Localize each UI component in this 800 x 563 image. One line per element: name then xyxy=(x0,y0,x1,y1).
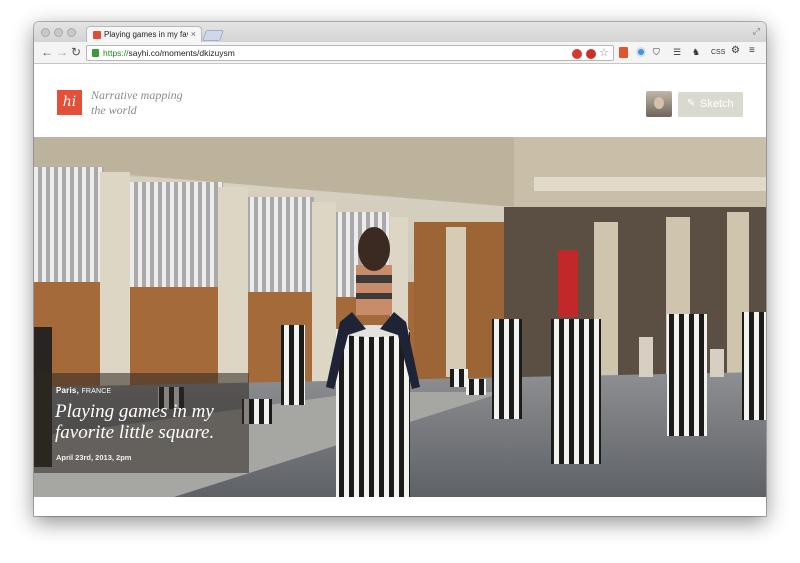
url-text: https://sayhi.co/moments/dkizuysm xyxy=(103,48,235,58)
user-avatar[interactable] xyxy=(646,91,672,117)
moment-title: Playing games in my favorite little squa… xyxy=(55,401,215,443)
blocker-icon[interactable] xyxy=(572,49,582,59)
site-tagline: Narrative mapping the world xyxy=(91,88,183,118)
tagline-line-1: Narrative mapping xyxy=(91,88,183,102)
css-extension-icon[interactable]: CSS xyxy=(711,47,725,59)
new-tab-button[interactable] xyxy=(201,30,225,41)
url-scheme: https:// xyxy=(103,48,129,58)
moment-photo: Paris, FRANCE Playing games in my favori… xyxy=(34,137,766,497)
lock-icon xyxy=(92,49,99,57)
menu-icon[interactable]: ≡ xyxy=(749,45,755,57)
forward-button[interactable]: → xyxy=(56,45,68,59)
tab-title: Playing games in my favori xyxy=(104,30,188,39)
sketch-button-label: Sketch xyxy=(700,98,734,110)
pocket-icon[interactable]: ⛉ xyxy=(653,46,660,58)
sketch-button[interactable]: ✎ Sketch xyxy=(678,92,743,117)
moment-caption: Paris, FRANCE Playing games in my favori… xyxy=(34,373,249,473)
url-path: sayhi.co/moments/dkizuysm xyxy=(128,48,235,58)
location-country: FRANCE xyxy=(81,388,112,395)
hi-logo[interactable]: hi xyxy=(57,90,82,115)
extension-target-icon[interactable] xyxy=(636,47,646,57)
bookmark-star-icon[interactable]: ☆ xyxy=(599,47,609,59)
browser-toolbar: ← → ↻ https://sayhi.co/moments/dkizuysm … xyxy=(34,42,766,64)
evernote-icon[interactable]: ♞ xyxy=(692,46,700,58)
tab-close-icon[interactable]: × xyxy=(191,29,196,39)
zoom-window-button[interactable] xyxy=(67,28,76,37)
address-bar[interactable]: https://sayhi.co/moments/dkizuysm ☆ xyxy=(86,45,614,61)
avatar-face xyxy=(654,97,664,109)
fullscreen-icon[interactable]: ⤢ xyxy=(753,26,760,37)
page-content: hi Narrative mapping the world ✎ Sketch xyxy=(34,65,766,516)
back-button[interactable]: ← xyxy=(41,45,53,59)
tagline-line-2: the world xyxy=(91,103,137,117)
moment-date: April 23rd, 2013, 2pm xyxy=(56,453,132,462)
tab-strip: Playing games in my favori × ⤢ xyxy=(34,22,766,42)
buffer-icon[interactable]: ☰ xyxy=(673,46,681,58)
extension-bookmark-icon[interactable] xyxy=(619,47,628,58)
tab-active[interactable]: Playing games in my favori × xyxy=(86,26,202,42)
close-window-button[interactable] xyxy=(41,28,50,37)
settings-gear-icon[interactable]: ⚙ xyxy=(731,45,740,57)
favicon-icon xyxy=(93,31,101,39)
minimize-window-button[interactable] xyxy=(54,28,63,37)
reload-button[interactable]: ↻ xyxy=(71,45,81,59)
adblock-icon[interactable] xyxy=(586,49,596,59)
browser-window: Playing games in my favori × ⤢ ← → ↻ htt… xyxy=(34,22,766,516)
location-city: Paris, xyxy=(56,386,79,395)
pencil-icon: ✎ xyxy=(687,98,696,109)
location-label: Paris, FRANCE xyxy=(56,386,111,395)
